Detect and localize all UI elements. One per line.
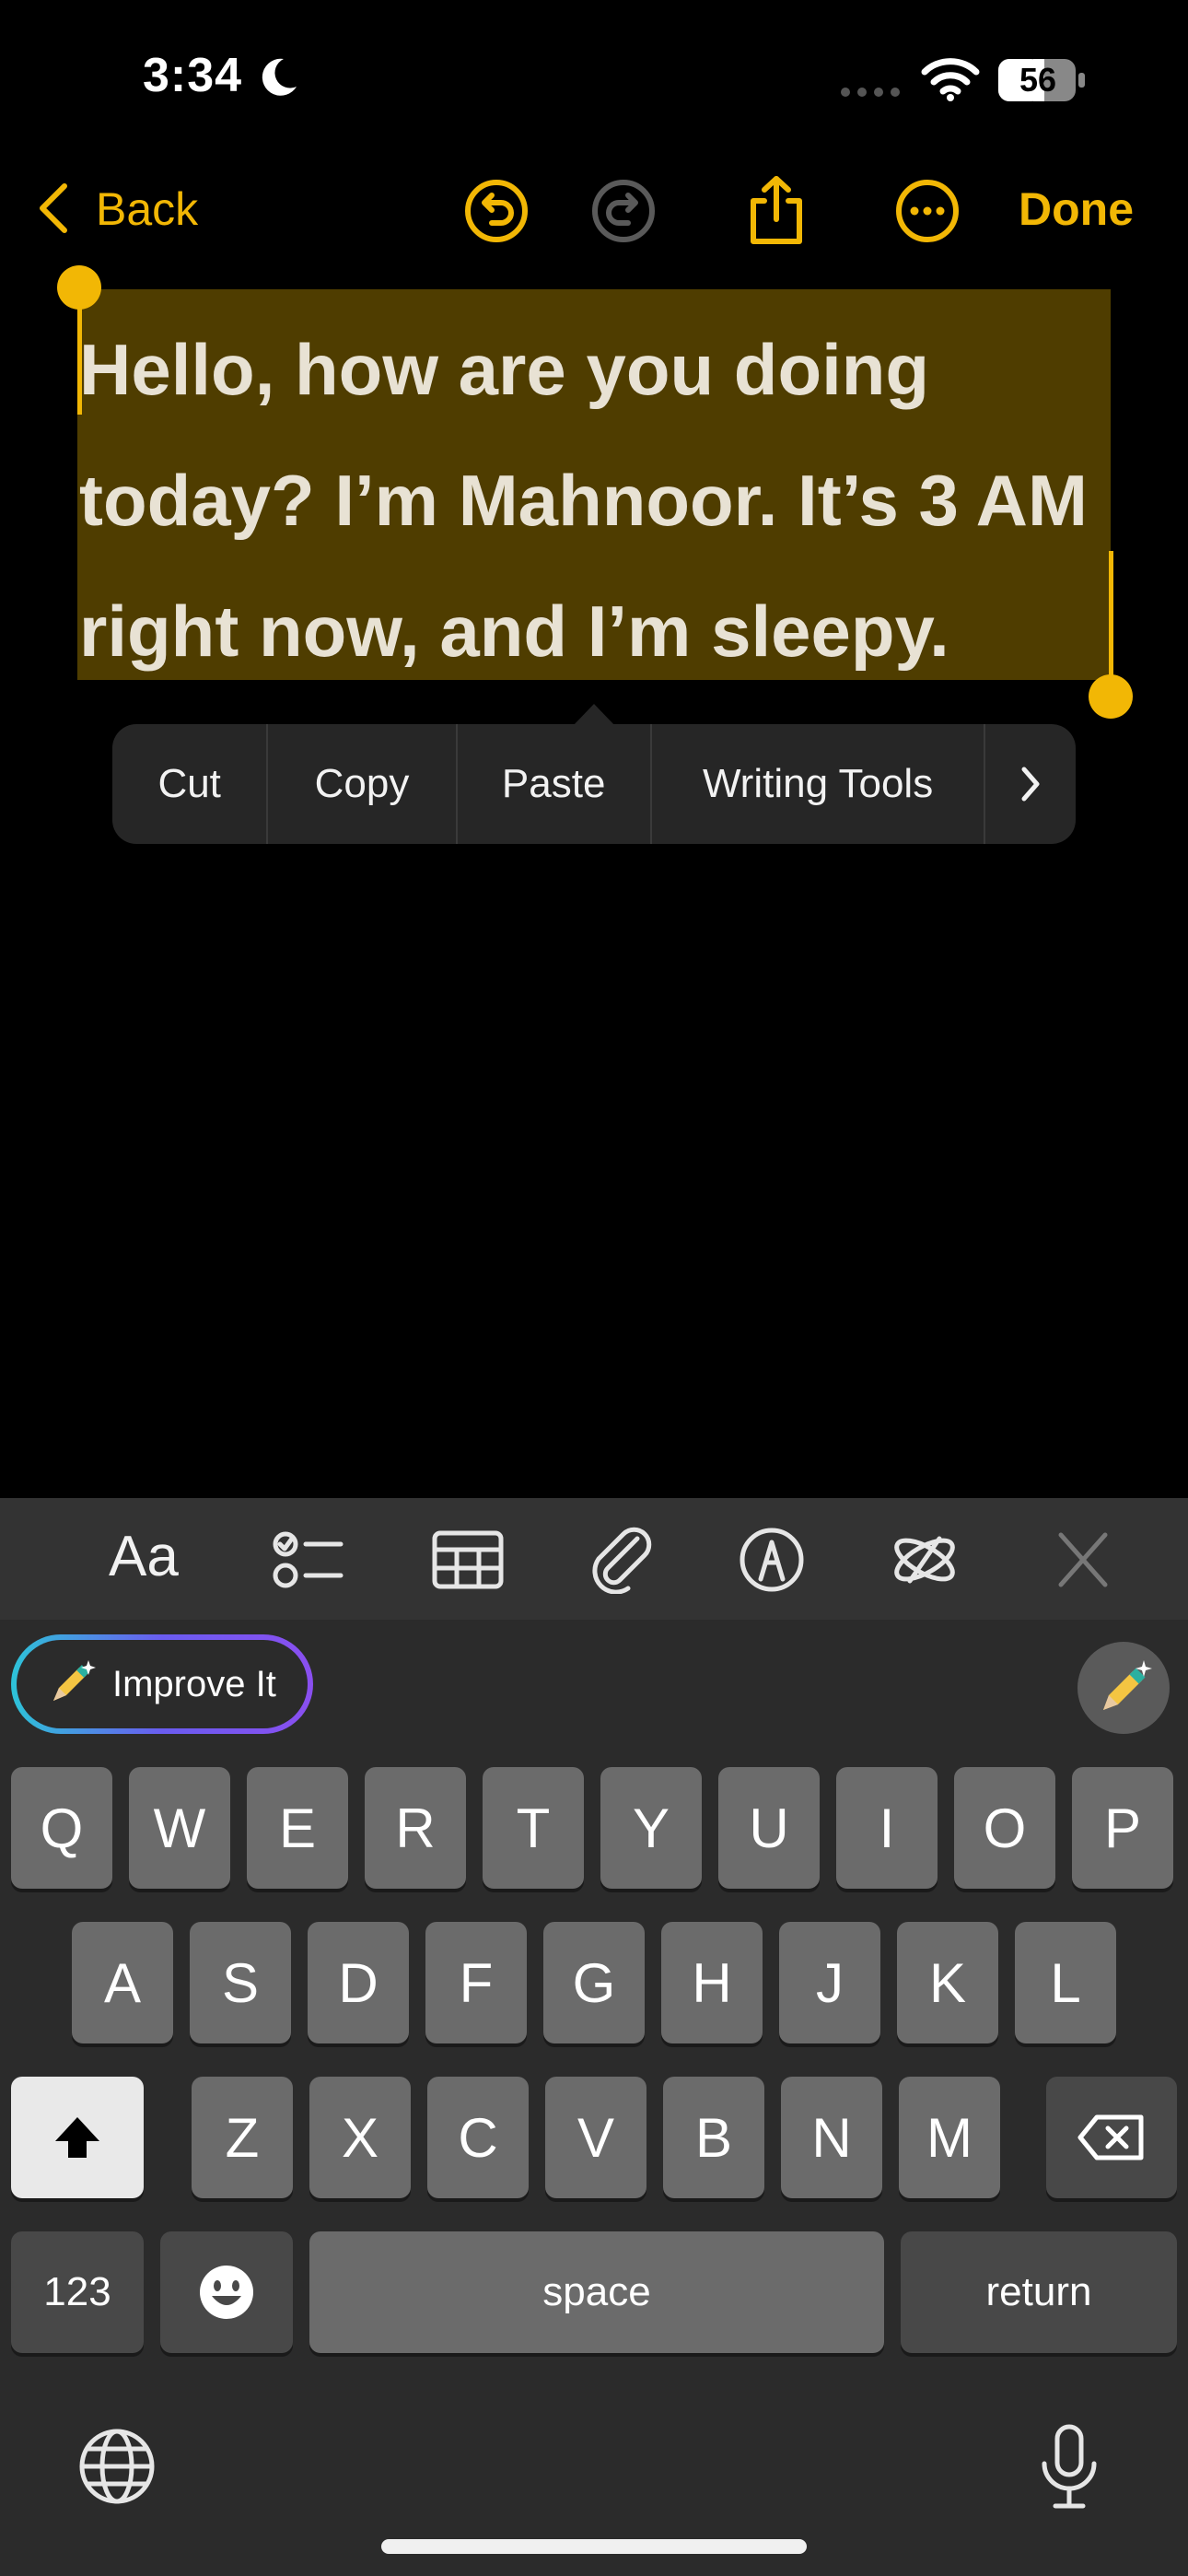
- key-r[interactable]: R: [365, 1767, 466, 1889]
- backspace-icon: [1077, 2114, 1144, 2160]
- key-g[interactable]: G: [543, 1922, 645, 2043]
- checklist-icon: [273, 1531, 344, 1588]
- key-f[interactable]: F: [425, 1922, 527, 2043]
- key-v[interactable]: V: [545, 2077, 646, 2198]
- globe-icon[interactable]: [77, 2427, 157, 2506]
- moon-icon: [262, 58, 297, 96]
- key-z[interactable]: Z: [192, 2077, 293, 2198]
- wifi-icon: [921, 58, 980, 101]
- menu-writing-tools[interactable]: Writing Tools: [652, 724, 986, 844]
- shift-icon: [55, 2117, 99, 2158]
- done-button[interactable]: Done: [1019, 182, 1134, 236]
- text-format-button[interactable]: Aa: [109, 1524, 179, 1589]
- menu-paste[interactable]: Paste: [458, 724, 652, 844]
- table-icon: [432, 1530, 504, 1589]
- pencil-sparkle-icon: [1103, 1660, 1152, 1710]
- key-o[interactable]: O: [954, 1767, 1055, 1889]
- more-icon[interactable]: [895, 179, 960, 243]
- home-indicator[interactable]: [381, 2539, 807, 2554]
- menu-cut[interactable]: Cut: [112, 724, 269, 844]
- menu-more-button[interactable]: [985, 724, 1076, 844]
- writing-assistant-button[interactable]: [1077, 1642, 1170, 1734]
- close-icon: [1058, 1532, 1108, 1587]
- key-c[interactable]: C: [427, 2077, 529, 2198]
- share-icon[interactable]: [746, 175, 807, 245]
- key-e[interactable]: E: [247, 1767, 348, 1889]
- numbers-key[interactable]: 123: [11, 2231, 144, 2353]
- microphone-icon[interactable]: [1037, 2423, 1101, 2512]
- key-p[interactable]: P: [1072, 1767, 1173, 1889]
- table-button[interactable]: [429, 1526, 507, 1594]
- key-j[interactable]: J: [779, 1922, 880, 2043]
- emoji-key[interactable]: [160, 2231, 293, 2353]
- attachment-button[interactable]: [584, 1526, 661, 1595]
- writing-tools-icon: [894, 1536, 955, 1584]
- chevron-right-icon: [1021, 767, 1040, 802]
- key-s[interactable]: S: [190, 1922, 291, 2043]
- back-button[interactable]: Back: [96, 182, 198, 236]
- chevron-left-icon[interactable]: [33, 181, 74, 236]
- selection-end-handle[interactable]: [1089, 674, 1133, 719]
- key-l[interactable]: L: [1015, 1922, 1116, 2043]
- checklist-button[interactable]: [271, 1526, 348, 1594]
- menu-copy[interactable]: Copy: [268, 724, 458, 844]
- pen-markup-icon: [740, 1528, 804, 1592]
- key-b[interactable]: B: [663, 2077, 764, 2198]
- emoji-icon: [200, 2266, 253, 2319]
- key-d[interactable]: D: [308, 1922, 409, 2043]
- shift-key[interactable]: [11, 2077, 144, 2198]
- note-body-text[interactable]: Hello, how are you doing today? I’m Mahn…: [79, 304, 1129, 697]
- key-y[interactable]: Y: [600, 1767, 702, 1889]
- status-time: 3:34: [143, 49, 243, 102]
- cellular-signal-icon: [841, 88, 900, 97]
- close-toolbar-button[interactable]: [1044, 1526, 1122, 1594]
- key-m[interactable]: M: [899, 2077, 1000, 2198]
- key-i[interactable]: I: [836, 1767, 938, 1889]
- key-x[interactable]: X: [309, 2077, 411, 2198]
- key-w[interactable]: W: [129, 1767, 230, 1889]
- space-key[interactable]: space: [309, 2231, 884, 2353]
- key-u[interactable]: U: [718, 1767, 820, 1889]
- key-h[interactable]: H: [661, 1922, 763, 2043]
- edit-context-menu: Cut Copy Paste Writing Tools: [112, 724, 1076, 844]
- delete-key[interactable]: [1046, 2077, 1177, 2198]
- key-q[interactable]: Q: [11, 1767, 112, 1889]
- paperclip-icon: [592, 1527, 652, 1595]
- redo-icon[interactable]: [591, 179, 656, 243]
- battery-level: 56: [1019, 61, 1057, 99]
- key-a[interactable]: A: [72, 1922, 173, 2043]
- key-t[interactable]: T: [483, 1767, 584, 1889]
- apple-intelligence-button[interactable]: [886, 1526, 963, 1594]
- selection-end-caret: [1109, 551, 1113, 680]
- undo-icon[interactable]: [464, 179, 529, 243]
- key-n[interactable]: N: [781, 2077, 882, 2198]
- return-key[interactable]: return: [901, 2231, 1177, 2353]
- pencil-sparkle-icon: [53, 1660, 96, 1701]
- key-k[interactable]: K: [897, 1922, 998, 2043]
- improve-it-button[interactable]: Improve It: [11, 1634, 313, 1734]
- improve-it-label: Improve It: [112, 1663, 276, 1704]
- markup-button[interactable]: [733, 1526, 810, 1594]
